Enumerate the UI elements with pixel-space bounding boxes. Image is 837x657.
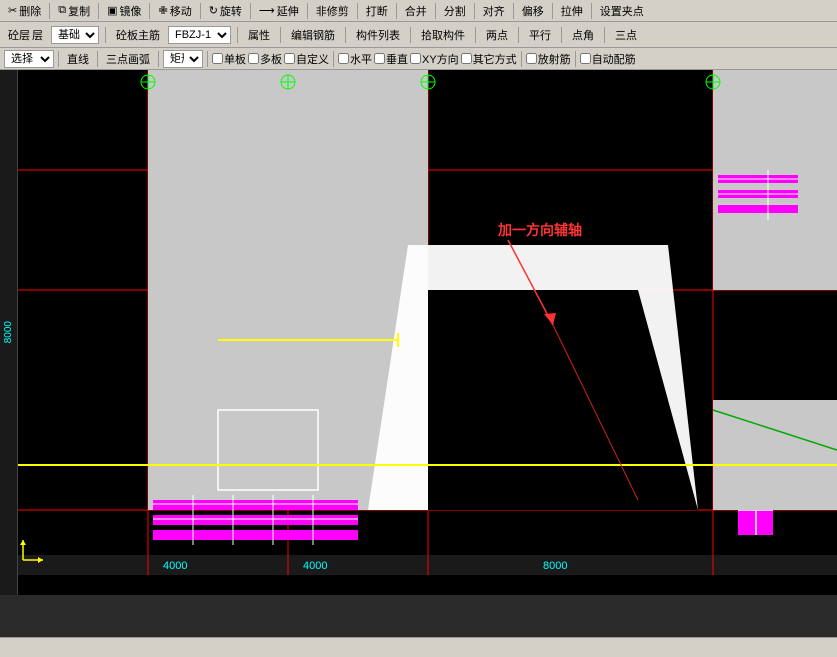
delete-icon: ✂: [8, 4, 17, 17]
toolbar-row-2: 砼层层 基础 砼板主筋 FBZJ-1 属性 编辑钢筋 构件列表 拾取构件 两点 …: [0, 22, 837, 48]
extend-button[interactable]: ⟶ 延伸: [255, 2, 303, 20]
layer-select[interactable]: 基础: [51, 26, 99, 44]
separator: [396, 3, 397, 19]
separator: [200, 3, 201, 19]
separator: [575, 51, 576, 67]
separator: [333, 51, 334, 67]
extend-icon: ⟶: [259, 4, 275, 17]
multi-board-label[interactable]: 多板: [248, 51, 282, 67]
separator: [552, 3, 553, 19]
separator: [521, 51, 522, 67]
copy-button[interactable]: ⧉ 复制: [54, 2, 94, 20]
three-point-button[interactable]: 三点: [611, 26, 641, 44]
rotate-icon: ↻: [209, 4, 218, 17]
point-angle-button[interactable]: 点角: [568, 26, 598, 44]
custom-check[interactable]: [284, 53, 295, 64]
separator: [58, 51, 59, 67]
move-icon: ✙: [158, 4, 167, 17]
separator: [307, 3, 308, 19]
horizontal-label[interactable]: 水平: [338, 51, 372, 67]
separator: [410, 27, 411, 43]
drawing-canvas[interactable]: 加一方向辅轴 4000 4000 8000: [18, 70, 837, 575]
ruler-label: 8000: [3, 321, 14, 343]
break-button[interactable]: 打断: [362, 2, 392, 20]
delete-button[interactable]: ✂ 删除: [4, 2, 45, 20]
separator: [345, 27, 346, 43]
separator: [280, 27, 281, 43]
pick-component-button[interactable]: 拾取构件: [417, 26, 469, 44]
svg-text:8000: 8000: [543, 560, 567, 572]
split-button[interactable]: 分割: [440, 2, 470, 20]
separator: [98, 3, 99, 19]
separator: [250, 3, 251, 19]
separator: [435, 3, 436, 19]
grip-button[interactable]: 设置夹点: [596, 2, 648, 20]
other-method-label[interactable]: 其它方式: [461, 51, 517, 67]
main-area: 8000: [0, 70, 837, 595]
radial-check[interactable]: [526, 53, 537, 64]
separator: [49, 3, 50, 19]
left-ruler: 8000: [0, 70, 18, 595]
xy-check[interactable]: [410, 53, 421, 64]
copy-icon: ⧉: [58, 4, 66, 17]
vertical-label[interactable]: 垂直: [374, 51, 408, 67]
separator: [237, 27, 238, 43]
separator: [207, 51, 208, 67]
two-point-button[interactable]: 两点: [482, 26, 512, 44]
auto-check[interactable]: [580, 53, 591, 64]
rotate-button[interactable]: ↻ 旋转: [205, 2, 246, 20]
auto-rebar-label[interactable]: 自动配筋: [580, 51, 636, 67]
separator: [97, 51, 98, 67]
separator: [475, 27, 476, 43]
mirror-icon: ▣: [107, 4, 117, 17]
no-trim-button[interactable]: 非修剪: [312, 2, 353, 20]
separator: [518, 27, 519, 43]
separator: [105, 27, 106, 43]
stretch-button[interactable]: 拉伸: [557, 2, 587, 20]
custom-label[interactable]: 自定义: [284, 51, 329, 67]
multi-board-check[interactable]: [248, 53, 259, 64]
component-label: 砼板主筋: [112, 26, 164, 44]
parallel-button[interactable]: 平行: [525, 26, 555, 44]
mirror-button[interactable]: ▣ 镜像: [103, 2, 145, 20]
arc-button[interactable]: 三点画弧: [102, 50, 154, 68]
svg-text:4000: 4000: [303, 560, 327, 572]
separator: [357, 3, 358, 19]
properties-button[interactable]: 属性: [244, 26, 274, 44]
component-list-button[interactable]: 构件列表: [352, 26, 404, 44]
layer-label: 砼层层: [4, 26, 47, 44]
horizontal-check[interactable]: [338, 53, 349, 64]
separator: [591, 3, 592, 19]
component-select[interactable]: FBZJ-1: [168, 26, 231, 44]
move-button[interactable]: ✙ 移动: [154, 2, 195, 20]
select-dropdown[interactable]: 选择: [4, 50, 54, 68]
separator: [604, 27, 605, 43]
merge-button[interactable]: 合并: [401, 2, 431, 20]
separator: [561, 27, 562, 43]
edit-rebar-button[interactable]: 编辑钢筋: [287, 26, 339, 44]
separator: [158, 51, 159, 67]
single-board-label[interactable]: 单板: [212, 51, 246, 67]
xy-direction-label[interactable]: XY方向: [410, 51, 459, 67]
align-button[interactable]: 对齐: [479, 2, 509, 20]
single-board-check[interactable]: [212, 53, 223, 64]
separator: [474, 3, 475, 19]
shape-dropdown[interactable]: 矩形: [163, 50, 203, 68]
other-check[interactable]: [461, 53, 472, 64]
separator: [513, 3, 514, 19]
status-bar: [0, 637, 837, 657]
svg-text:加一方向辅轴: 加一方向辅轴: [497, 222, 582, 238]
offset-button[interactable]: 偏移: [518, 2, 548, 20]
vertical-check[interactable]: [374, 53, 385, 64]
toolbar-row-1: ✂ 删除 ⧉ 复制 ▣ 镜像 ✙ 移动 ↻ 旋转 ⟶ 延伸 非修剪 打断 合并 …: [0, 0, 837, 22]
svg-text:4000: 4000: [163, 560, 187, 572]
line-button[interactable]: 直线: [63, 50, 93, 68]
radial-rebar-label[interactable]: 放射筋: [526, 51, 571, 67]
separator: [149, 3, 150, 19]
toolbar-row-3: 选择 直线 三点画弧 矩形 单板 多板 自定义 水平 垂直 XY方向 其它方式 …: [0, 48, 837, 70]
